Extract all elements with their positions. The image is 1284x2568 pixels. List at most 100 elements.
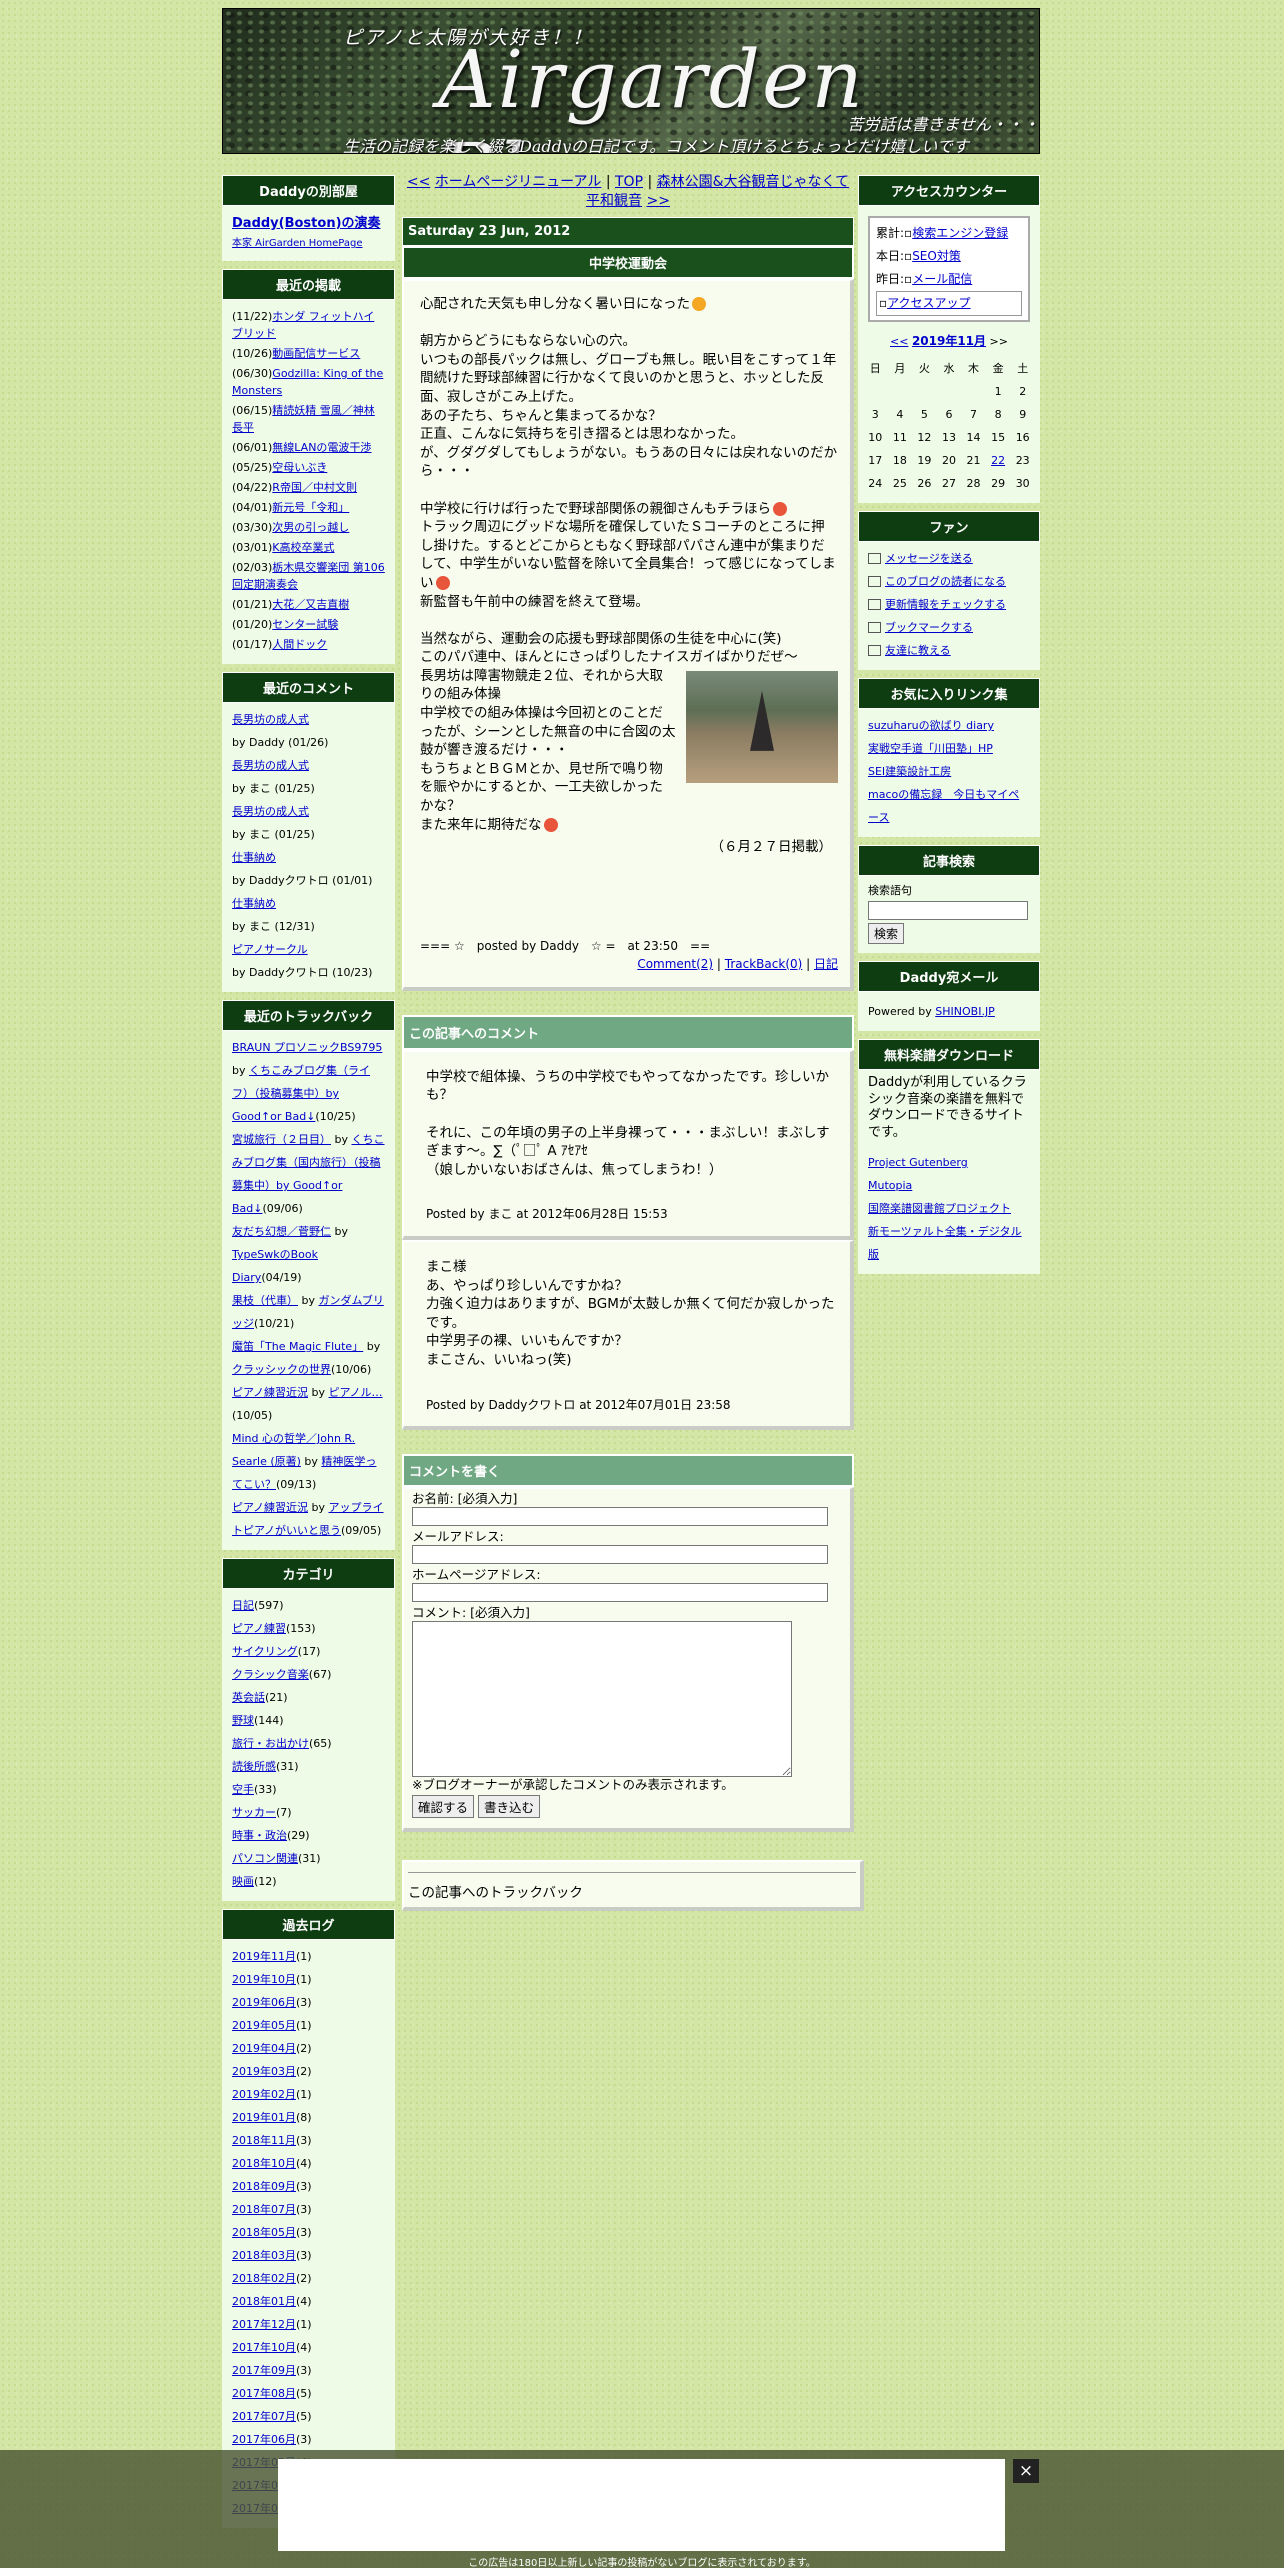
archive-link[interactable]: 2017年10月 bbox=[232, 2341, 296, 2354]
recent-post-link[interactable]: 次男の引っ越し bbox=[272, 521, 349, 534]
calendar-day-link[interactable]: 22 bbox=[991, 454, 1005, 467]
fan-action-link[interactable]: このブログの読者になる bbox=[885, 570, 1006, 593]
archive-link[interactable]: 2019年11月 bbox=[232, 1950, 296, 1963]
category-link[interactable]: 英会話 bbox=[232, 1691, 265, 1704]
archive-link[interactable]: 2019年03月 bbox=[232, 2065, 296, 2078]
archive-link[interactable]: 2018年07月 bbox=[232, 2203, 296, 2216]
trackback-source-link[interactable]: ピアノル… bbox=[329, 1386, 383, 1399]
fan-action-link[interactable]: 更新情報をチェックする bbox=[885, 593, 1006, 616]
archive-link[interactable]: 2018年09月 bbox=[232, 2180, 296, 2193]
trackback-source-link[interactable]: クラッシックの世界 bbox=[232, 1363, 331, 1376]
comment-post-link[interactable]: 長男坊の成人式 bbox=[232, 759, 309, 772]
favorite-link[interactable]: suzuharuの欲ばり diary bbox=[868, 719, 994, 732]
comment-post-link[interactable]: 長男坊の成人式 bbox=[232, 713, 309, 726]
prev-arrow-link[interactable]: << bbox=[407, 174, 430, 190]
archive-link[interactable]: 2019年01月 bbox=[232, 2111, 296, 2124]
search-input[interactable] bbox=[868, 901, 1028, 920]
recent-post-link[interactable]: 新元号「令和」 bbox=[272, 501, 349, 514]
trackback-post-link[interactable]: ピアノ練習近況 bbox=[232, 1386, 308, 1399]
comment-post-link[interactable]: ピアノサークル bbox=[232, 943, 308, 956]
archive-link[interactable]: 2018年11月 bbox=[232, 2134, 296, 2147]
prev-month-link[interactable]: << bbox=[890, 335, 908, 348]
next-arrow-link[interactable]: >> bbox=[646, 193, 669, 209]
archive-link[interactable]: 2017年06月 bbox=[232, 2433, 296, 2446]
counter-link-3[interactable]: メール配信 bbox=[912, 272, 972, 286]
archive-link[interactable]: 2019年02月 bbox=[232, 2088, 296, 2101]
archive-link[interactable]: 2019年04月 bbox=[232, 2042, 296, 2055]
category-link[interactable]: パソコン関連 bbox=[232, 1852, 298, 1865]
recent-post-link[interactable]: センター試験 bbox=[272, 618, 338, 631]
recent-post-link[interactable]: 大花／又吉直樹 bbox=[272, 598, 349, 611]
archive-link[interactable]: 2018年03月 bbox=[232, 2249, 296, 2262]
trackback-count-link[interactable]: TrackBack(0) bbox=[725, 957, 803, 971]
archive-link[interactable]: 2019年10月 bbox=[232, 1973, 296, 1986]
counter-link-2[interactable]: SEO対策 bbox=[912, 249, 961, 263]
archive-link[interactable]: 2017年08月 bbox=[232, 2387, 296, 2400]
fan-action-link[interactable]: 友達に教える bbox=[885, 639, 951, 662]
archive-link[interactable]: 2018年02月 bbox=[232, 2272, 296, 2285]
free-score-link[interactable]: Mutopia bbox=[868, 1179, 912, 1192]
trackback-post-link[interactable]: ピアノ練習近況 bbox=[232, 1501, 308, 1514]
category-link[interactable]: 日記 bbox=[814, 957, 838, 971]
archive-link[interactable]: 2019年06月 bbox=[232, 1996, 296, 2009]
counter-link-4[interactable]: アクセスアップ bbox=[887, 296, 970, 310]
ad-banner[interactable] bbox=[278, 2459, 1005, 2551]
category-link[interactable]: 映画 bbox=[232, 1875, 254, 1888]
recent-post-link[interactable]: 無線LANの電波干渉 bbox=[272, 441, 371, 454]
boston-link[interactable]: Daddy(Boston)の演奏 bbox=[232, 216, 381, 231]
counter-link-1[interactable]: 検索エンジン登録 bbox=[912, 226, 1008, 240]
category-link[interactable]: 日記 bbox=[232, 1599, 254, 1612]
recent-post-link[interactable]: 動画配信サービス bbox=[272, 347, 360, 360]
free-score-link[interactable]: Project Gutenberg bbox=[868, 1156, 968, 1169]
archive-link[interactable]: 2018年01月 bbox=[232, 2295, 296, 2308]
comment-post-link[interactable]: 仕事納め bbox=[232, 851, 276, 864]
trackback-post-link[interactable]: 魔笛「The Magic Flute」 bbox=[232, 1340, 363, 1353]
trackback-post-link[interactable]: 宮城旅行（２日目） bbox=[232, 1133, 331, 1146]
confirm-button[interactable]: 確認する bbox=[412, 1795, 475, 1819]
category-link[interactable]: 時事・政治 bbox=[232, 1829, 287, 1842]
fan-action-link[interactable]: ブックマークする bbox=[885, 616, 973, 639]
blog-header[interactable]: ピアノと太陽が大好き！！ Airgarden Blog 苦労話は書きません・・・… bbox=[222, 8, 1040, 154]
category-link[interactable]: 野球 bbox=[232, 1714, 254, 1727]
category-link[interactable]: 旅行・お出かけ bbox=[232, 1737, 309, 1750]
homepage-input[interactable] bbox=[412, 1583, 828, 1603]
trackback-post-link[interactable]: 果枝（代車） bbox=[232, 1294, 298, 1307]
prev-post-link[interactable]: ホームページリニューアル bbox=[435, 174, 602, 190]
comment-post-link[interactable]: 仕事納め bbox=[232, 897, 276, 910]
archive-link[interactable]: 2019年05月 bbox=[232, 2019, 296, 2032]
homepage-link[interactable]: 本家 AirGarden HomePage bbox=[232, 238, 362, 249]
favorite-link[interactable]: macoの備忘録 今日もマイペース bbox=[868, 788, 1019, 824]
favorite-link[interactable]: 実戦空手道「川田塾」HP bbox=[868, 742, 993, 755]
comment-count-link[interactable]: Comment(2) bbox=[637, 957, 713, 971]
trackback-post-link[interactable]: BRAUN プロソニックBS9795 bbox=[232, 1041, 382, 1054]
submit-button[interactable]: 書き込む bbox=[478, 1795, 541, 1819]
trackback-post-link[interactable]: 友だち幻想／菅野仁 bbox=[232, 1225, 331, 1238]
recent-post-link[interactable]: R帝国／中村文則 bbox=[272, 481, 357, 494]
category-link[interactable]: サッカー bbox=[232, 1806, 276, 1819]
category-link[interactable]: ピアノ練習 bbox=[232, 1622, 286, 1635]
calendar-month-link[interactable]: 2019年11月 bbox=[912, 334, 986, 348]
category-link[interactable]: サイクリング bbox=[232, 1645, 298, 1658]
comment-post-link[interactable]: 長男坊の成人式 bbox=[232, 805, 309, 818]
close-icon[interactable]: × bbox=[1013, 2459, 1039, 2483]
top-link[interactable]: TOP bbox=[615, 174, 643, 190]
free-score-link[interactable]: 国際楽譜図書館プロジェクト bbox=[868, 1202, 1011, 1215]
category-link[interactable]: 読後所感 bbox=[232, 1760, 276, 1773]
archive-link[interactable]: 2018年05月 bbox=[232, 2226, 296, 2239]
archive-link[interactable]: 2017年07月 bbox=[232, 2410, 296, 2423]
archive-link[interactable]: 2017年09月 bbox=[232, 2364, 296, 2377]
category-link[interactable]: 空手 bbox=[232, 1783, 254, 1796]
recent-post-link[interactable]: 空母いぶき bbox=[272, 461, 327, 474]
shinobi-link[interactable]: SHINOBI.JP bbox=[935, 1005, 995, 1018]
archive-link[interactable]: 2018年10月 bbox=[232, 2157, 296, 2170]
free-score-link[interactable]: 新モーツァルト全集・デジタル版 bbox=[868, 1225, 1022, 1261]
archive-link[interactable]: 2017年12月 bbox=[232, 2318, 296, 2331]
email-input[interactable] bbox=[412, 1545, 828, 1565]
recent-post-link[interactable]: 人間ドック bbox=[272, 638, 327, 651]
search-button[interactable]: 検索 bbox=[868, 923, 905, 944]
recent-post-link[interactable]: K高校卒業式 bbox=[272, 541, 334, 554]
fan-action-link[interactable]: メッセージを送る bbox=[885, 547, 973, 570]
favorite-link[interactable]: SEI建築設計工房 bbox=[868, 765, 951, 778]
name-input[interactable] bbox=[412, 1507, 828, 1527]
comment-textarea[interactable] bbox=[412, 1621, 792, 1778]
